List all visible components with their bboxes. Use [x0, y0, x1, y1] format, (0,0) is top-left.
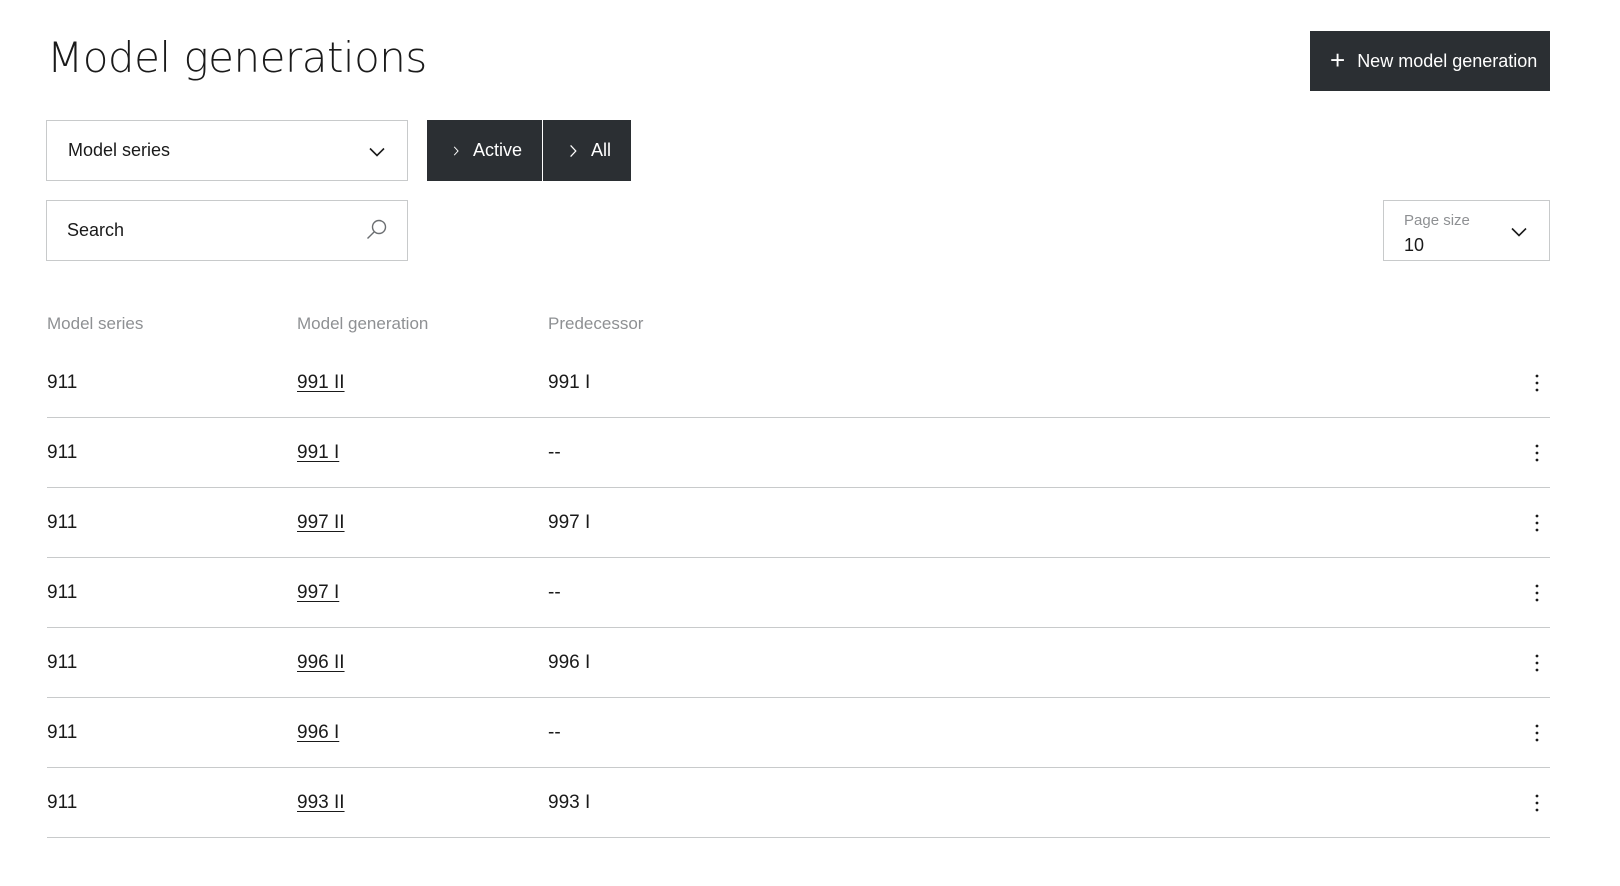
- page-size-label: Page size: [1404, 212, 1470, 229]
- toggle-active-button[interactable]: Active: [427, 120, 543, 181]
- cell-predecessor: 993 I: [548, 791, 591, 813]
- cell-predecessor: 997 I: [548, 511, 591, 533]
- more-vertical-icon[interactable]: [1530, 583, 1544, 603]
- plus-icon: +: [1330, 45, 1346, 75]
- model-generation-link[interactable]: 991 I: [297, 442, 339, 463]
- cell-predecessor: --: [548, 581, 561, 603]
- toggle-all-button[interactable]: All: [543, 120, 631, 181]
- model-generations-table: Model series Model generation Predecesso…: [47, 300, 1550, 838]
- model-series-select-value: Model series: [68, 140, 171, 160]
- cell-model-series: 911: [47, 581, 78, 603]
- more-vertical-icon[interactable]: [1530, 723, 1544, 743]
- chevron-right-icon: [570, 144, 577, 157]
- cell-model-series: 911: [47, 791, 78, 813]
- chevron-down-icon: [1511, 227, 1527, 237]
- cell-predecessor: 991 I: [548, 371, 591, 393]
- chevron-down-icon: [369, 147, 385, 157]
- model-generation-link[interactable]: 997 II: [297, 512, 345, 533]
- cell-model-series: 911: [47, 721, 78, 743]
- model-generation-link[interactable]: 996 I: [297, 722, 339, 743]
- column-header-model-generation[interactable]: Model generation: [297, 314, 548, 334]
- search-field: [46, 200, 408, 261]
- search-icon[interactable]: [365, 218, 389, 242]
- new-model-generation-button[interactable]: + New model generation: [1310, 31, 1550, 91]
- table-row: 911 996 I --: [47, 698, 1550, 768]
- table-row: 911 997 II 997 I: [47, 488, 1550, 558]
- more-vertical-icon[interactable]: [1530, 513, 1544, 533]
- table-row: 911 993 II 993 I: [47, 768, 1550, 838]
- table-row: 911 997 I --: [47, 558, 1550, 628]
- table-row: 911 996 II 996 I: [47, 628, 1550, 698]
- new-model-generation-label: New model generation: [1357, 50, 1538, 71]
- cell-predecessor: --: [548, 441, 561, 463]
- column-header-predecessor[interactable]: Predecessor: [548, 314, 798, 334]
- model-series-select[interactable]: Model series: [46, 120, 408, 181]
- more-vertical-icon[interactable]: [1530, 443, 1544, 463]
- search-input[interactable]: [67, 201, 347, 260]
- page-title: Model generations: [47, 33, 427, 82]
- cell-predecessor: 996 I: [548, 651, 591, 673]
- table-row: 911 991 II 991 I: [47, 348, 1550, 418]
- page-size-select[interactable]: Page size 10: [1383, 200, 1550, 261]
- page-size-value: 10: [1404, 235, 1425, 255]
- model-generation-link[interactable]: 991 II: [297, 372, 345, 393]
- table-row: 911 991 I --: [47, 418, 1550, 488]
- more-vertical-icon[interactable]: [1530, 373, 1544, 393]
- more-vertical-icon[interactable]: [1530, 653, 1544, 673]
- cell-model-series: 911: [47, 511, 78, 533]
- model-generation-link[interactable]: 996 II: [297, 652, 345, 673]
- toggle-all-label: All: [590, 140, 611, 160]
- cell-model-series: 911: [47, 371, 78, 393]
- toggle-active-label: Active: [472, 140, 522, 160]
- cell-model-series: 911: [47, 441, 78, 463]
- table-header: Model series Model generation Predecesso…: [47, 300, 1550, 348]
- status-toggle-group: Active All: [427, 120, 631, 181]
- chevron-right-icon: [453, 145, 459, 156]
- cell-model-series: 911: [47, 651, 78, 673]
- model-generation-link[interactable]: 997 I: [297, 582, 339, 603]
- more-vertical-icon[interactable]: [1530, 793, 1544, 813]
- column-header-model-series[interactable]: Model series: [47, 314, 297, 334]
- cell-predecessor: --: [548, 721, 561, 743]
- model-generation-link[interactable]: 993 II: [297, 792, 345, 813]
